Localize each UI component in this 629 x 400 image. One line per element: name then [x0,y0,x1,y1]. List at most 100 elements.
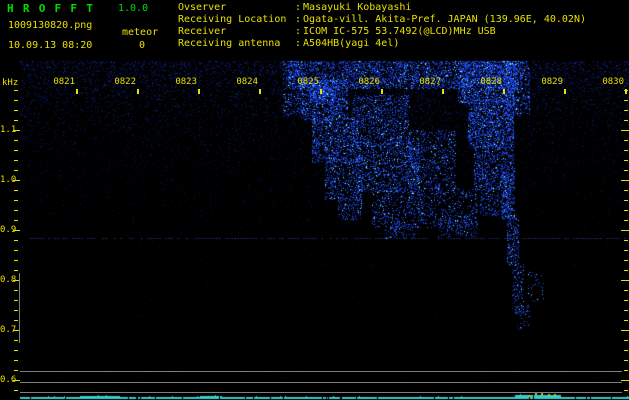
y-minor-tick-left [14,390,18,391]
meteor-count-label: meteor [122,27,159,38]
y-minor-tick-right [624,140,628,141]
y-tick-label: 0.6 [0,375,17,385]
y-major-tick-right [621,130,629,131]
y-major-tick-right [621,180,629,181]
y-minor-tick-left [14,310,18,311]
info-label: Ovserver [178,2,227,13]
x-tick-label: 0822 [114,77,136,87]
y-minor-tick-right [624,260,628,261]
info-colon: : [295,38,302,49]
output-filename: 1009130820.png [8,20,93,31]
x-tick-mark [381,89,383,94]
y-major-tick-left [13,230,20,231]
y-tick-label: 0.7 [0,325,17,335]
info-colon: : [295,2,302,13]
y-major-tick-left [13,180,20,181]
x-tick-label: 0823 [175,77,197,87]
app-version: 1.0.0 [118,3,149,14]
y-minor-tick-right [624,290,628,291]
y-minor-tick-right [624,360,628,361]
y-minor-tick-left [14,260,18,261]
y-minor-tick-right [624,200,628,201]
station-info-table: Ovserver: Masayuki Kobayashi Receiving Loc… [178,2,586,50]
y-minor-tick-right [624,160,628,161]
y-minor-tick-left [14,90,18,91]
x-tick-mark [503,89,505,94]
y-minor-tick-left [14,250,18,251]
station-info-row: Receiving Location: Ogata-vill. Akita-Pre… [178,14,586,26]
y-minor-tick-left [14,160,18,161]
y-minor-tick-right [624,90,628,91]
y-major-tick-right [621,380,629,381]
app-title: H R O F F T [7,2,95,15]
info-colon: : [295,14,302,25]
y-minor-tick-left [14,200,18,201]
y-minor-tick-right [624,240,628,241]
y-minor-tick-right [624,110,628,111]
y-minor-tick-left [14,240,18,241]
x-tick-mark [76,89,78,94]
level-gridline [20,382,622,383]
y-minor-tick-right [624,370,628,371]
y-tick-label: 1.1 [0,125,17,135]
info-value: Masayuki Kobayashi [303,2,412,13]
x-tick-label: 0829 [541,77,563,87]
station-info-row: Ovserver: Masayuki Kobayashi [178,2,586,14]
x-tick-label: 0827 [419,77,441,87]
y-minor-tick-left [14,370,18,371]
y-minor-tick-left [14,140,18,141]
x-tick-label: 0826 [358,77,380,87]
y-minor-tick-left [14,190,18,191]
y-tick-label: 0.8 [0,275,17,285]
y-axis-unit-label: kHz [2,78,19,88]
spectrogram-canvas [0,0,629,400]
x-tick-label: 0824 [236,77,258,87]
y-minor-tick-right [624,390,628,391]
x-tick-mark [564,89,566,94]
y-minor-tick-right [624,100,628,101]
y-tick-label: 1.0 [0,175,17,185]
y-major-tick-right [621,330,629,331]
level-gridline [20,392,622,393]
x-tick-mark [198,89,200,94]
observation-datetime: 10.09.13 08:20 [8,40,93,51]
info-label: Receiving antenna [178,38,281,49]
y-minor-tick-left [14,290,18,291]
y-minor-tick-left [14,340,18,341]
y-major-tick-left [13,380,20,381]
y-minor-tick-right [624,300,628,301]
y-minor-tick-left [14,150,18,151]
info-value: ICOM IC-575 53.7492(@LCD)MHz USB [303,26,496,37]
info-colon: : [295,26,302,37]
hrofft-output-image: H R O F F T 1.0.0 1009130820.png meteor … [0,0,629,400]
x-tick-label: 0825 [297,77,319,87]
y-major-tick-left [13,130,20,131]
y-minor-tick-right [624,310,628,311]
x-tick-label: 0821 [53,77,75,87]
x-tick-label: 0828 [480,77,502,87]
y-minor-tick-left [14,210,18,211]
y-minor-tick-right [624,170,628,171]
y-minor-tick-right [624,150,628,151]
info-label: Receiving Location [178,14,287,25]
x-tick-mark [259,89,261,94]
y-tick-label: 0.9 [0,225,17,235]
y-minor-tick-right [624,190,628,191]
y-minor-tick-left [14,220,18,221]
y-major-tick-right [621,230,629,231]
y-minor-tick-left [14,360,18,361]
x-tick-mark [320,89,322,94]
y-minor-tick-right [624,270,628,271]
y-minor-tick-left [14,350,18,351]
y-minor-tick-left [14,170,18,171]
y-minor-tick-left [14,270,18,271]
info-value: Ogata-vill. Akita-Pref. JAPAN (139.96E, … [303,14,586,25]
meteor-count-value: 0 [139,40,146,51]
x-tick-mark [442,89,444,94]
x-tick-label: 0830 [602,77,624,87]
y-minor-tick-right [624,340,628,341]
y-minor-tick-right [624,220,628,221]
y-minor-tick-left [14,320,18,321]
y-minor-tick-left [14,120,18,121]
info-value: A504HB(yagi 4el) [303,38,400,49]
